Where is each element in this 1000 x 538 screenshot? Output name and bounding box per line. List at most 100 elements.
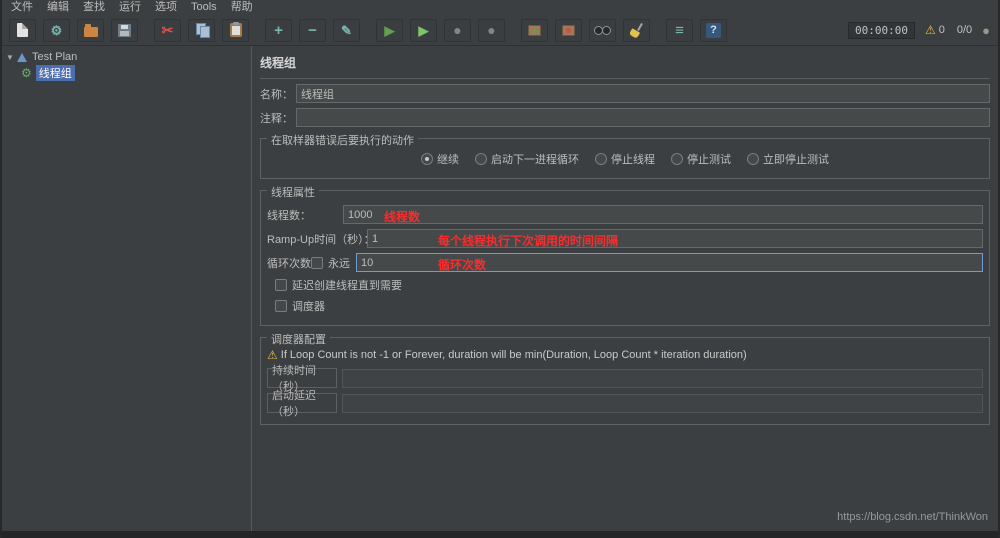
name-input[interactable]: 线程组: [296, 84, 990, 103]
tree-item-test-plan[interactable]: ▼ Test Plan: [2, 49, 251, 65]
radio-label: 继续: [437, 154, 459, 166]
test-plan-icon: [17, 52, 27, 62]
loop-count-label: 循环次数: [267, 257, 311, 270]
delay-create-row: 延迟创建线程直到需要: [275, 277, 983, 293]
remote-start-icon: [528, 24, 541, 36]
shutdown-button[interactable]: ●: [478, 18, 505, 42]
test-timer: 00:00:00: [847, 21, 915, 39]
menu-help[interactable]: 帮助: [224, 0, 260, 15]
shutdown-circle-icon: ●: [487, 22, 496, 38]
rampup-label: Ramp-Up时间（秒）：: [267, 233, 375, 246]
radio-icon: [747, 153, 759, 165]
radio-icon: [671, 153, 683, 165]
jmeter-window: 文件 编辑 查找 运行 选项 Tools 帮助 ⚙ ✂ + − ✎ ▶ ▶ ● …: [0, 0, 1000, 538]
expander-icon[interactable]: ▼: [6, 53, 17, 62]
clear-broom-icon: [629, 23, 644, 37]
tree-item-thread-group[interactable]: ⚙ 线程组: [2, 65, 251, 81]
toggle-pencil-icon: ✎: [341, 22, 352, 38]
templates-gear-icon: ⚙: [50, 22, 63, 38]
cut-scissors-icon: ✂: [161, 22, 174, 38]
sampler-error-action-group: 在取样器错误后要执行的动作 继续 启动下一进程循环 停止线程 停止测试 立即停止…: [260, 132, 990, 179]
forever-checkbox[interactable]: [311, 256, 323, 269]
remove-button[interactable]: −: [299, 18, 326, 42]
remote-shutdown-all-button[interactable]: [555, 18, 582, 42]
start-play-icon: ▶: [384, 22, 395, 38]
menu-file[interactable]: 文件: [4, 0, 40, 15]
tree-item-label: Test Plan: [32, 51, 78, 63]
copy-icon: [195, 23, 210, 38]
toolbar-status-area: 00:00:00 ⚠ 0 0/0 ●: [847, 21, 990, 39]
group-title: 线程属性: [267, 184, 319, 200]
paste-button[interactable]: [222, 18, 249, 42]
annotation-threads: 线程数: [384, 210, 421, 224]
add-button[interactable]: +: [265, 18, 292, 42]
name-row: 名称： 线程组: [260, 84, 990, 103]
annotation-loop-count: 循环次数: [438, 258, 487, 272]
content-area: ▼ Test Plan ⚙ 线程组 线程组 名称： 线程组 注释： 在取样器错误…: [2, 46, 998, 531]
clear-all-button[interactable]: [623, 18, 650, 42]
search-binoculars-icon: [594, 25, 611, 35]
radio-label: 停止测试: [687, 154, 731, 166]
annotation-rampup: 每个线程执行下次调用的时间间隔: [438, 234, 619, 248]
group-title: 在取样器错误后要执行的动作: [267, 132, 418, 148]
warning-count: 0: [938, 24, 945, 36]
threads-row: 线程数： 1000 线程数: [267, 205, 983, 224]
function-helper-icon: ≡: [675, 21, 684, 39]
stop-button[interactable]: ●: [444, 18, 471, 42]
duration-label: 持续时间（秒）: [267, 365, 337, 393]
radio-selected-icon: [421, 153, 433, 165]
thread-group-panel: 线程组 名称： 线程组 注释： 在取样器错误后要执行的动作 继续 启动下一进程循…: [252, 46, 998, 531]
threads-label: 线程数：: [267, 209, 311, 222]
comment-input[interactable]: [296, 108, 990, 127]
start-button[interactable]: ▶: [376, 18, 403, 42]
radio-stop-test-now[interactable]: 立即停止测试: [747, 151, 829, 167]
menu-search[interactable]: 查找: [76, 0, 112, 15]
scheduler-config-group: 调度器配置 ⚠ If Loop Count is not -1 or Forev…: [260, 331, 990, 425]
threads-input[interactable]: 1000: [343, 205, 983, 224]
menu-options[interactable]: 选项: [148, 0, 184, 15]
templates-button[interactable]: ⚙: [43, 18, 70, 42]
warning-icon: ⚠: [267, 348, 278, 362]
loop-count-row: 循环次数 永远 10 循环次数: [267, 253, 983, 272]
add-plus-icon: +: [274, 21, 283, 39]
name-label: 名称：: [260, 88, 293, 101]
open-file-button[interactable]: [77, 18, 104, 42]
search-button[interactable]: [589, 18, 616, 42]
duration-input[interactable]: [342, 368, 983, 388]
radio-start-next-loop[interactable]: 启动下一进程循环: [475, 151, 579, 167]
start-no-pauses-button[interactable]: ▶: [410, 18, 437, 42]
menu-bar: 文件 编辑 查找 运行 选项 Tools 帮助: [2, 0, 998, 15]
startup-delay-row: 启动延迟（秒）: [267, 390, 983, 418]
menu-run[interactable]: 运行: [112, 0, 148, 15]
window-edge: [2, 531, 998, 538]
open-folder-icon: [83, 23, 98, 37]
rampup-row: Ramp-Up时间（秒）： 1 每个线程执行下次调用的时间间隔: [267, 229, 983, 248]
remote-start-all-button[interactable]: [521, 18, 548, 42]
toggle-button[interactable]: ✎: [333, 18, 360, 42]
help-question-icon: ?: [706, 22, 721, 38]
toolbar: ⚙ ✂ + − ✎ ▶ ▶ ● ● ≡ ? 00:00:00 ⚠ 0 0/0 ●: [2, 15, 998, 46]
action-radio-row: 继续 启动下一进程循环 停止线程 停止测试 立即停止测试: [267, 148, 983, 172]
radio-stop-test[interactable]: 停止测试: [671, 151, 731, 167]
delay-create-checkbox[interactable]: [275, 279, 287, 291]
tree-panel: ▼ Test Plan ⚙ 线程组: [2, 46, 252, 531]
new-file-button[interactable]: [9, 18, 36, 42]
blog-watermark: https://blog.csdn.net/ThinkWon: [837, 511, 988, 523]
scheduler-checkbox[interactable]: [275, 300, 287, 312]
menu-edit[interactable]: 编辑: [40, 0, 76, 15]
radio-continue[interactable]: 继续: [421, 151, 459, 167]
scheduler-row: 调度器: [275, 298, 983, 314]
startup-delay-input[interactable]: [342, 393, 983, 413]
radio-label: 启动下一进程循环: [491, 154, 579, 166]
save-button[interactable]: [111, 18, 138, 42]
radio-label: 停止线程: [611, 154, 655, 166]
log-warning-indicator[interactable]: ⚠ 0: [925, 24, 945, 36]
cut-button[interactable]: ✂: [154, 18, 181, 42]
start-no-pauses-play-icon: ▶: [418, 22, 429, 38]
menu-tools[interactable]: Tools: [184, 0, 224, 15]
radio-stop-thread[interactable]: 停止线程: [595, 151, 655, 167]
tree-item-label-selected: 线程组: [35, 65, 75, 81]
help-button[interactable]: ?: [700, 18, 727, 42]
function-helper-button[interactable]: ≡: [666, 18, 693, 42]
copy-button[interactable]: [188, 18, 215, 42]
